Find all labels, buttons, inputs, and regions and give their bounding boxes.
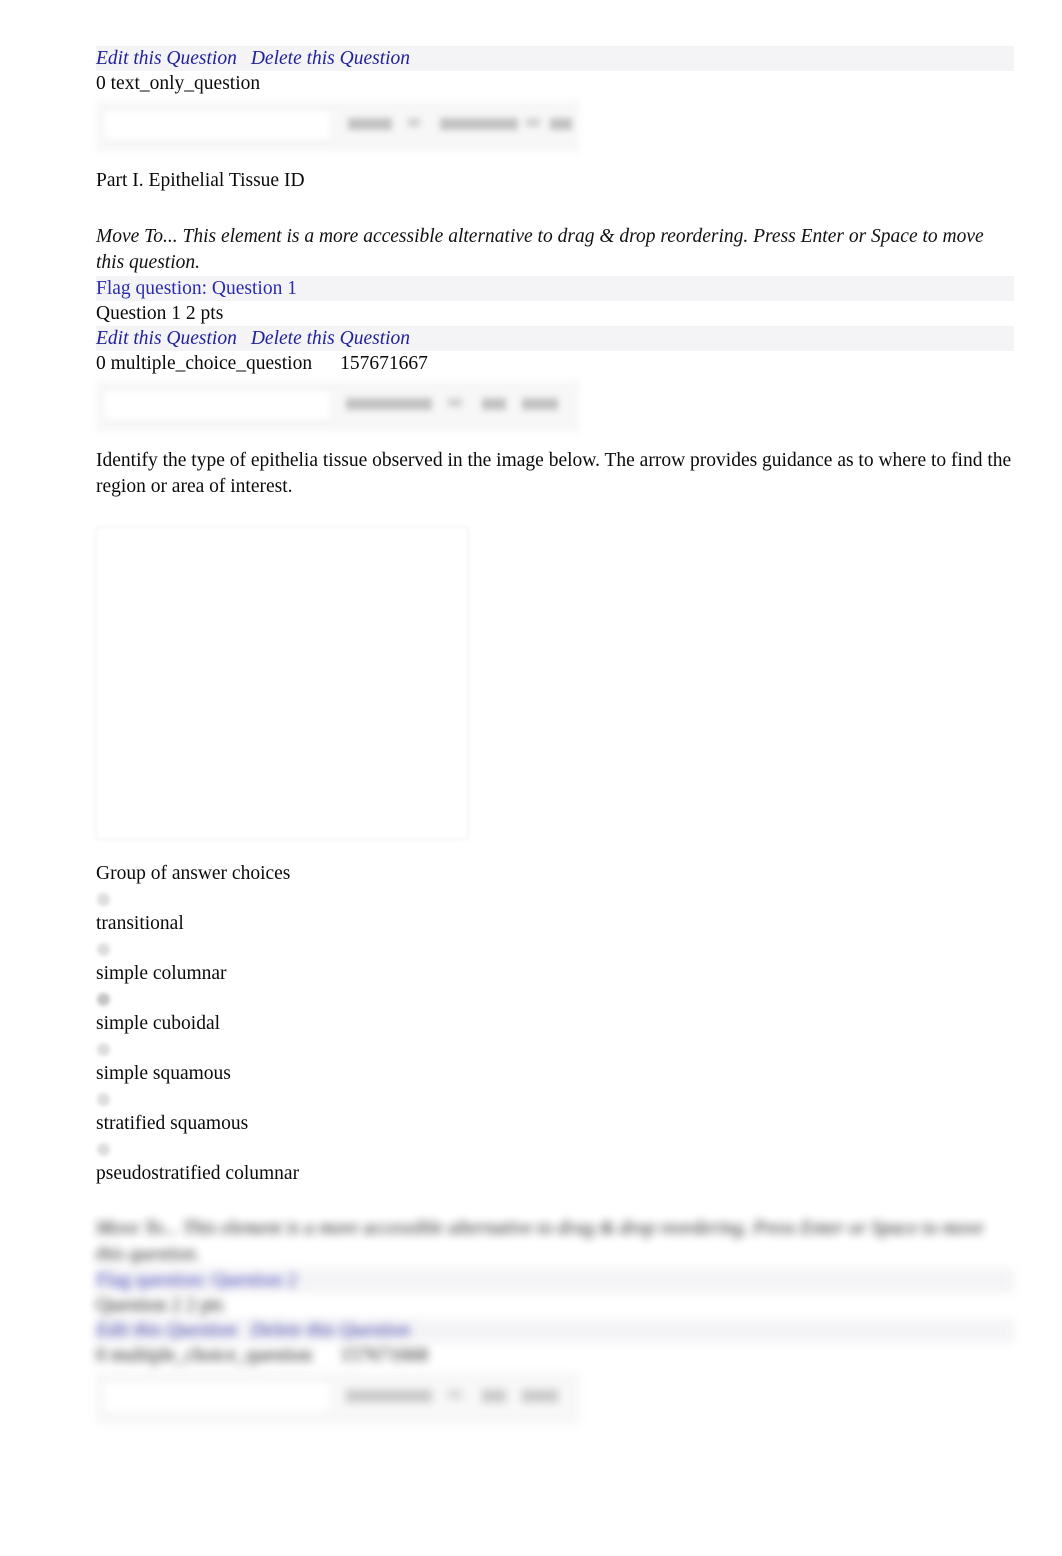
toolbar-button-group-2[interactable] bbox=[482, 398, 506, 410]
question-1-block: Move To... This element is a more access… bbox=[96, 224, 1014, 1186]
text-only-question-block: Edit this Question Delete this Question … bbox=[96, 46, 1014, 193]
flag-question-row: Flag question: Question 2 bbox=[96, 1268, 1014, 1293]
move-to-instructions: Move To... This element is a more access… bbox=[96, 1218, 984, 1265]
edit-question-link[interactable]: Edit this Question bbox=[96, 48, 237, 69]
answer-choice-item[interactable]: simple columnar bbox=[96, 943, 1014, 986]
flag-question-link[interactable]: Flag question: Question 2 bbox=[96, 1270, 297, 1291]
editor-text-input[interactable] bbox=[102, 109, 332, 141]
toolbar-button-group-3[interactable] bbox=[526, 118, 540, 127]
answer-choice-item[interactable]: pseudostratified columnar bbox=[96, 1143, 1014, 1186]
answer-choice-label: stratified squamous bbox=[96, 1113, 249, 1134]
radio-button-icon[interactable] bbox=[97, 993, 110, 1006]
question-2-actions: Edit this Question Delete this Question bbox=[96, 1318, 1014, 1343]
edit-question-link[interactable]: Edit this Question bbox=[96, 328, 237, 349]
flag-question-link[interactable]: Flag question: Question 1 bbox=[96, 278, 297, 299]
toolbar-button-group-3[interactable] bbox=[522, 1390, 558, 1402]
answer-choice-item[interactable]: simple cuboidal bbox=[96, 993, 1014, 1036]
editor-text-input[interactable] bbox=[102, 1381, 332, 1413]
text-only-question-meta: 0 text_only_question bbox=[96, 73, 261, 94]
document-content: Edit this Question Delete this Question … bbox=[96, 46, 1014, 1424]
question-type-label: 0 multiple_choice_question bbox=[96, 353, 313, 374]
toolbar-dropdown-caret[interactable] bbox=[448, 1390, 462, 1399]
answer-choice-item[interactable]: transitional bbox=[96, 893, 1014, 936]
question-type-label: 0 multiple_choice_question bbox=[96, 1345, 313, 1366]
answer-choice-label: simple squamous bbox=[96, 1063, 231, 1084]
question-id: 157671667 bbox=[340, 353, 428, 374]
tissue-histology-image bbox=[96, 527, 1014, 839]
toolbar-button-group-4[interactable] bbox=[550, 118, 572, 130]
text-only-question-actions: Edit this Question Delete this Question bbox=[96, 46, 1014, 71]
question-prompt: Identify the type of epithelia tissue ob… bbox=[96, 450, 1012, 497]
question-header: Question 2 2 pts bbox=[96, 1295, 224, 1316]
toolbar-button-group-2[interactable] bbox=[482, 1390, 506, 1402]
move-to-instructions: Move To... This element is a more access… bbox=[96, 226, 984, 273]
rich-content-editor-toolbar[interactable] bbox=[96, 1372, 580, 1424]
question-1-actions: Edit this Question Delete this Question bbox=[96, 326, 1014, 351]
toolbar-button-group-2[interactable] bbox=[440, 118, 518, 130]
answer-choice-item[interactable]: simple squamous bbox=[96, 1043, 1014, 1086]
question-1-meta: 0 multiple_choice_question 157671667 bbox=[96, 351, 1014, 376]
editor-text-input[interactable] bbox=[102, 389, 332, 421]
delete-question-link[interactable]: Delete this Question bbox=[251, 1320, 410, 1341]
toolbar-dropdown-caret[interactable] bbox=[408, 118, 420, 127]
toolbar-dropdown-caret[interactable] bbox=[448, 398, 462, 407]
rich-content-editor-toolbar[interactable] bbox=[96, 380, 580, 432]
toolbar-button-group-1[interactable] bbox=[346, 1390, 432, 1402]
answer-choice-label: pseudostratified columnar bbox=[96, 1163, 300, 1184]
radio-button-icon[interactable] bbox=[97, 1143, 110, 1156]
question-2-block: Move To... This element is a more access… bbox=[96, 1216, 1014, 1424]
question-2-meta: 0 multiple_choice_question 157671668 bbox=[96, 1343, 1014, 1368]
answers-label: Group of answer choices bbox=[96, 863, 291, 884]
radio-button-icon[interactable] bbox=[97, 893, 110, 906]
edit-question-link[interactable]: Edit this Question bbox=[96, 1320, 237, 1341]
toolbar-button-group-3[interactable] bbox=[522, 398, 558, 410]
section-heading: Part I. Epithelial Tissue ID bbox=[96, 170, 305, 191]
answer-choice-label: simple cuboidal bbox=[96, 1013, 221, 1034]
question-id: 157671668 bbox=[340, 1345, 428, 1366]
rich-content-editor-toolbar[interactable] bbox=[96, 100, 580, 152]
toolbar-button-group-1[interactable] bbox=[348, 118, 392, 130]
radio-button-icon[interactable] bbox=[97, 1043, 110, 1056]
question-header: Question 1 2 pts bbox=[96, 303, 224, 324]
answer-choice-item[interactable]: stratified squamous bbox=[96, 1093, 1014, 1136]
radio-button-icon[interactable] bbox=[97, 943, 110, 956]
flag-question-row: Flag question: Question 1 bbox=[96, 276, 1014, 301]
delete-question-link[interactable]: Delete this Question bbox=[251, 328, 410, 349]
answer-choice-label: transitional bbox=[96, 913, 184, 934]
radio-button-icon[interactable] bbox=[97, 1093, 110, 1106]
quiz-document-page: Edit this Question Delete this Question … bbox=[0, 0, 1062, 1556]
delete-question-link[interactable]: Delete this Question bbox=[251, 48, 410, 69]
toolbar-button-group-1[interactable] bbox=[346, 398, 432, 410]
answer-choice-list: transitional simple columnar simple cubo… bbox=[96, 893, 1014, 1186]
question-image-placeholder bbox=[96, 527, 468, 839]
answer-choice-label: simple columnar bbox=[96, 963, 227, 984]
